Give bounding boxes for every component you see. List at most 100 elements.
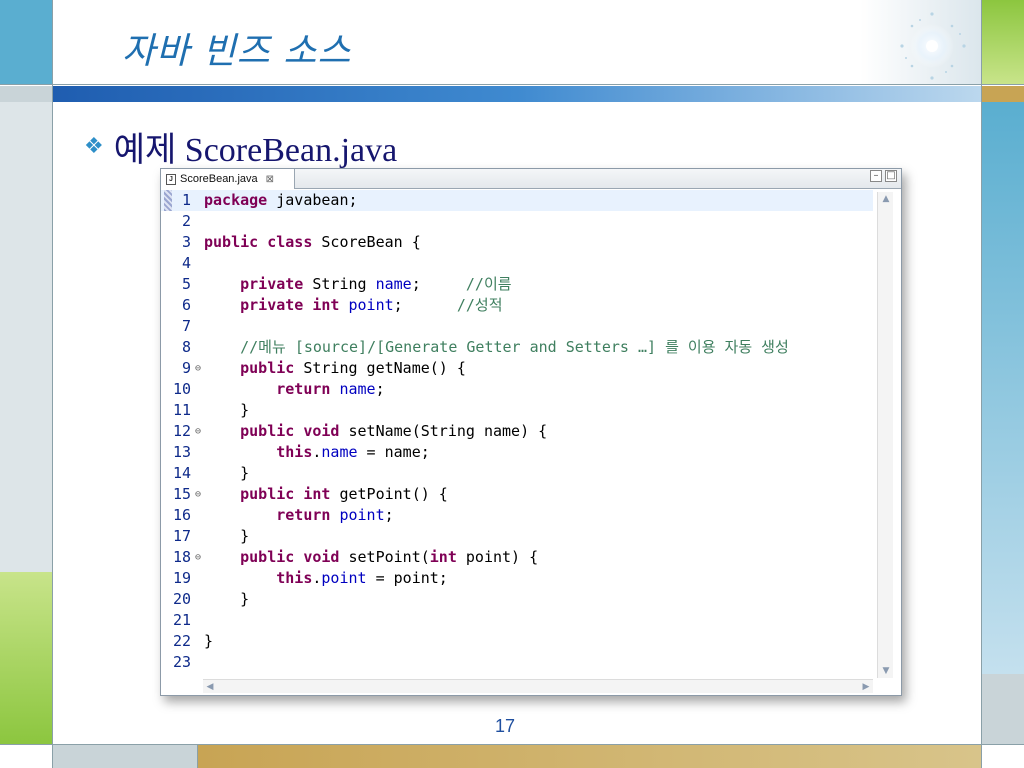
frame-bottom-gray [52,744,198,768]
code-line[interactable]: 22} [161,631,873,652]
code-text: return point; [276,506,394,524]
line-number: 14 [172,464,191,482]
line-number: 13 [172,443,191,461]
line-number: 23 [172,653,191,671]
code-text: private int point; //성적 [240,296,503,314]
line-number: 15 [172,485,191,503]
frame-top-right-block [982,0,1024,84]
code-line[interactable]: 1 package javabean; [161,190,873,211]
code-text: return name; [276,380,385,398]
code-line[interactable]: 7 [161,316,873,337]
diamond-cluster-icon: ❖ [84,133,104,159]
code-text: this.name = name; [276,443,430,461]
line-number: 17 [172,527,191,545]
code-line[interactable]: 5 private String name; //이름 [161,274,873,295]
code-line[interactable]: 11 } [161,400,873,421]
code-line[interactable]: 19 this.point = point; [161,568,873,589]
editor-tab-bar: J ScoreBean.java ⊠ – □ [161,169,901,189]
line-number: 18 [172,548,191,566]
line-number: 4 [181,254,191,272]
line-number: 3 [181,233,191,251]
fold-toggle-icon[interactable]: ⊖ [195,547,201,568]
line-number: 8 [181,338,191,356]
code-line[interactable]: 21 [161,610,873,631]
close-tab-icon[interactable]: ⊠ [266,174,274,185]
slide-title: 자바 빈즈 소스 [122,31,352,72]
code-text: package javabean; [204,191,358,209]
code-text: } [204,632,214,650]
scroll-down-icon[interactable]: ▼ [879,664,893,678]
tab-scorebean-java[interactable]: J ScoreBean.java ⊠ [161,169,295,189]
code-line[interactable]: 17 } [161,526,873,547]
code-text: } [204,590,250,608]
scroll-up-icon[interactable]: ▲ [879,192,893,206]
line-number: 19 [172,569,191,587]
code-line[interactable]: 18 ⊖ public void setPoint(int point) { [161,547,873,568]
frame-bottom-left-block [0,744,52,768]
fold-toggle-icon[interactable]: ⊖ [195,421,201,442]
code-text: //메뉴 [source]/[Generate Getter and Sette… [240,338,789,356]
minimize-icon[interactable]: – [870,170,882,182]
code-editor-window: J ScoreBean.java ⊠ – □ 1 package javabean… [160,168,902,696]
line-number: 12 [172,422,191,440]
line-number: 6 [181,296,191,314]
frame-rule-bottom-split [197,744,198,768]
code-line[interactable]: 6 private int point; //성적 [161,295,873,316]
scroll-left-icon[interactable]: ◀ [203,680,217,694]
code-line[interactable]: 10 return name; [161,379,873,400]
code-line[interactable]: 12 ⊖ public void setName(String name) { [161,421,873,442]
maximize-icon[interactable]: □ [885,170,897,182]
code-text: public int getPoint() { [240,485,448,503]
code-area[interactable]: 1 package javabean; 2 3 public class ScoreBe… [161,190,873,680]
frame-blue-bar [52,86,982,102]
horizontal-scrollbar[interactable]: ◀ ▶ [203,679,873,693]
line-number: 7 [181,317,191,335]
bullet-line: ❖ 예제 ScoreBean.java [84,124,398,169]
code-text: } [204,464,250,482]
code-line[interactable]: 15 ⊖ public int getPoint() { [161,484,873,505]
frame-right-column-upper [982,102,1024,674]
code-text: } [204,527,250,545]
code-text: this.point = point; [276,569,448,587]
tab-label: ScoreBean.java [180,173,258,185]
code-line[interactable]: 3 public class ScoreBean { [161,232,873,253]
code-line[interactable]: 23 [161,652,873,673]
frame-left-column-lower [0,572,52,744]
code-line[interactable]: 2 [161,211,873,232]
frame-top-left-block [0,0,52,84]
line-number: 21 [172,611,191,629]
code-line[interactable]: 13 this.name = name; [161,442,873,463]
line-number: 11 [172,401,191,419]
frame-rule-top [0,84,1024,85]
line-number: 16 [172,506,191,524]
code-line[interactable]: 16 return point; [161,505,873,526]
line-number: 2 [181,212,191,230]
fold-toggle-icon[interactable]: ⊖ [195,358,201,379]
code-line[interactable]: 9 ⊖ public String getName() { [161,358,873,379]
frame-rule-right [981,0,982,768]
bullet-text: 예제 ScoreBean.java [113,131,398,169]
window-controls: – □ [870,170,897,182]
frame-left-gray-strip [0,86,52,102]
frame-right-column-lower [982,674,1024,744]
code-line[interactable]: 20 } [161,589,873,610]
code-line[interactable]: 4 [161,253,873,274]
frame-right-tan-strip [982,86,1024,102]
scroll-right-icon[interactable]: ▶ [859,680,873,694]
frame-bottom-right-block [982,744,1024,768]
line-number: 5 [181,275,191,293]
code-line[interactable]: 8 //메뉴 [source]/[Generate Getter and Set… [161,337,873,358]
line-number: 1 [181,191,191,209]
fold-toggle-icon[interactable]: ⊖ [195,484,201,505]
page-number: 17 [494,716,516,736]
vertical-scrollbar[interactable]: ▲ ▼ [877,192,893,678]
code-line[interactable]: 14 } [161,463,873,484]
frame-rule-left [52,0,53,768]
line-number: 9 [181,359,191,377]
code-text: public String getName() { [240,359,466,377]
code-text: public void setName(String name) { [240,422,548,440]
code-text: public void setPoint(int point) { [240,548,539,566]
line-number: 10 [172,380,191,398]
code-text: public class ScoreBean { [204,233,421,251]
line-number: 20 [172,590,191,608]
